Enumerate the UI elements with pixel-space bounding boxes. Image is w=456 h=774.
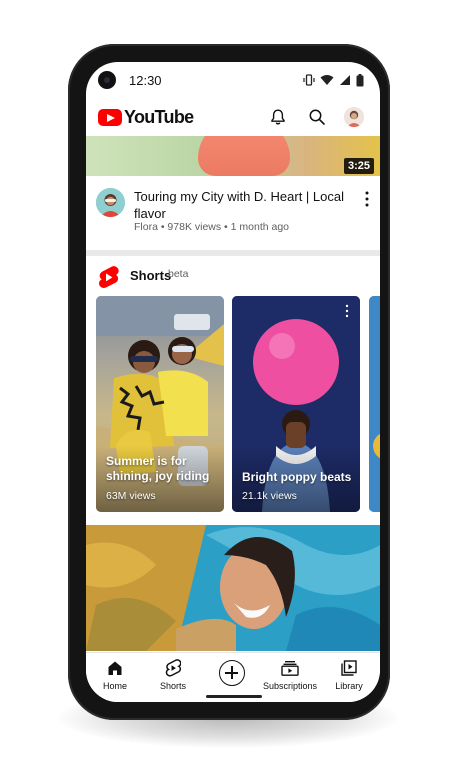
video-thumbnail[interactable] [86,136,380,176]
nav-library[interactable]: Library [314,657,380,691]
short-title: Summer is for shining, joy riding [106,454,210,483]
battery-icon [356,73,364,86]
shorts-section-title: Shorts [130,268,172,283]
youtube-wordmark: YouTube [124,107,194,127]
short-card[interactable] [369,296,380,512]
channel-avatar-image [96,188,125,217]
video-meta: Flora • 978K views • 1 month ago [134,221,290,233]
short-views: 21.1k views [242,490,297,502]
search-button[interactable] [305,105,329,129]
video-thumbnail[interactable] [86,525,380,651]
nav-library-label: Library [335,681,363,691]
nav-shorts-label: Shorts [159,681,186,691]
short-title: Bright poppy beats [242,470,352,484]
nav-shorts[interactable]: Shorts [138,657,208,691]
shorts-logo-icon [99,266,119,288]
home-icon [108,661,122,675]
channel-avatar[interactable] [96,188,125,217]
shorts-icon [165,658,181,676]
bell-icon [271,109,285,125]
video-title[interactable]: Touring my City with D. Heart | Local fl… [134,188,354,222]
user-avatar-image [344,107,364,127]
shorts-beta-badge: beta [168,268,189,280]
library-icon [341,660,357,676]
video-duration-badge: 3:25 [343,158,374,174]
vibrate-icon [303,74,315,86]
short-more-options-icon[interactable] [344,304,350,318]
short-card[interactable]: Summer is for shining, joy riding 63M vi… [96,296,224,512]
home-indicator [206,695,262,698]
phone-screen: 12:30 YouTube 3:25 Touring my City with … [86,62,380,702]
status-icons [303,72,364,88]
more-options-icon[interactable] [362,190,372,208]
subscriptions-icon [281,661,299,676]
section-divider [86,250,380,256]
short-card[interactable]: Bright poppy beats 21.1k views [232,296,360,512]
youtube-logo[interactable]: YouTube [98,107,194,128]
status-time: 12:30 [129,73,162,88]
thumbnail-person-shape [198,136,290,176]
youtube-play-icon [98,109,122,126]
create-plus-icon[interactable] [219,660,245,686]
account-avatar[interactable] [344,107,364,127]
short-thumbnail-image [369,296,380,512]
video-thumbnail-image [86,525,380,651]
signal-icon [340,75,350,85]
short-views: 63M views [106,490,156,502]
notifications-button[interactable] [266,105,290,129]
search-icon [309,109,325,125]
wifi-icon [320,75,334,85]
front-camera [98,71,116,89]
